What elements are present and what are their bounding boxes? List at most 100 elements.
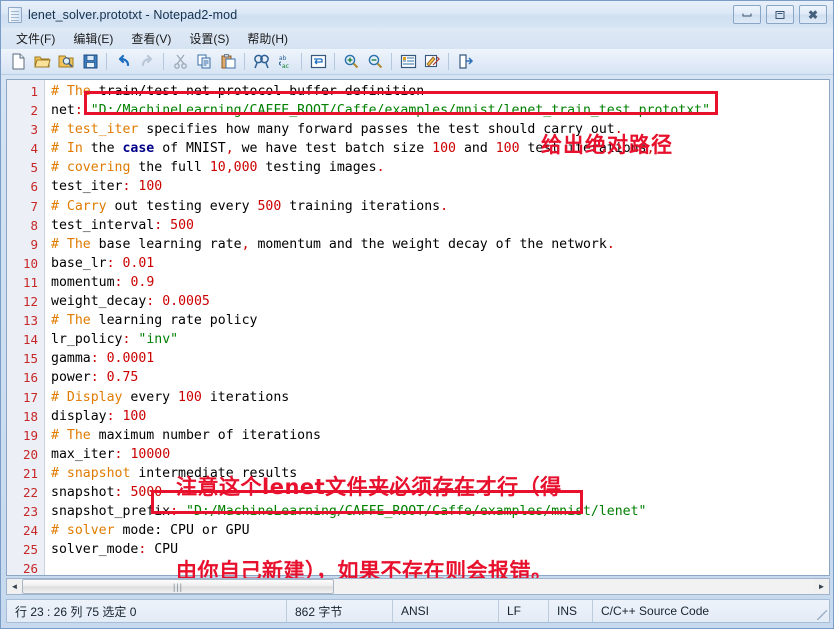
- window-title: lenet_solver.prototxt - Notepad2-mod: [28, 7, 238, 22]
- replace-icon[interactable]: ab ac: [273, 51, 297, 73]
- line-number: 8: [30, 217, 38, 233]
- code-line: # covering the full 10,000 testing image…: [51, 160, 385, 176]
- line-number-gutter: 1 2 3 4 5 6 7 8 9 10 11 12 13 14 15 16 1…: [7, 80, 45, 575]
- browse-file-icon[interactable]: [54, 51, 78, 73]
- menu-settings[interactable]: 设置(S): [180, 28, 238, 50]
- scroll-right-arrow-icon[interactable]: ►: [814, 579, 829, 594]
- scheme-options-icon[interactable]: [420, 51, 444, 73]
- toolbar-separator-5: [334, 53, 335, 70]
- menu-edit[interactable]: 编辑(E): [64, 28, 122, 50]
- save-file-icon[interactable]: [78, 51, 102, 73]
- menu-bar: 文件(F) 编辑(E) 查看(V) 设置(S) 帮助(H): [1, 28, 833, 49]
- minimize-button[interactable]: [733, 5, 761, 24]
- line-number: 9: [30, 236, 38, 252]
- toolbar-separator-3: [244, 53, 245, 70]
- svg-text:ab: ab: [279, 55, 287, 62]
- menu-help[interactable]: 帮助(H): [238, 28, 297, 50]
- scheme-icon[interactable]: [396, 51, 420, 73]
- editor-area[interactable]: 1 2 3 4 5 6 7 8 9 10 11 12 13 14 15 16 1…: [6, 79, 830, 576]
- code-line: # solver mode: CPU or GPU: [51, 523, 250, 539]
- cut-icon[interactable]: [168, 51, 192, 73]
- code-line: # Carry out testing every 500 training i…: [51, 198, 449, 214]
- code-line: solver_mode: CPU: [51, 542, 179, 558]
- menu-view[interactable]: 查看(V): [122, 28, 180, 50]
- status-file-size: 862 字节: [287, 600, 393, 622]
- scrollbar-thumb[interactable]: |||: [22, 579, 334, 594]
- exit-icon[interactable]: [453, 51, 477, 73]
- line-number: 10: [22, 255, 38, 271]
- minimize-icon: [742, 13, 752, 16]
- line-number: 3: [30, 122, 38, 138]
- code-line: # snapshot intermediate results: [51, 465, 298, 481]
- line-number: 17: [22, 389, 38, 405]
- undo-icon[interactable]: [111, 51, 135, 73]
- line-number: 23: [22, 504, 38, 520]
- line-number: 14: [22, 332, 38, 348]
- code-line: net: "D:/MachineLearning/CAFFE_ROOT/Caff…: [51, 103, 711, 119]
- toolbar-separator-6: [391, 53, 392, 70]
- zoom-in-icon[interactable]: [339, 51, 363, 73]
- resize-grip-icon[interactable]: [817, 610, 827, 620]
- toolbar-separator-2: [163, 53, 164, 70]
- word-wrap-icon[interactable]: [306, 51, 330, 73]
- code-line: gamma: 0.0001: [51, 351, 155, 367]
- menu-file[interactable]: 文件(F): [7, 28, 64, 50]
- toolbar-separator-7: [448, 53, 449, 70]
- line-number: 24: [22, 523, 38, 539]
- code-line: # The train/test net protocol buffer def…: [51, 84, 425, 99]
- document-icon: [8, 6, 22, 23]
- toolbar: ab ac: [1, 49, 833, 75]
- code-line: test_iter: 100: [51, 179, 163, 195]
- zoom-out-icon[interactable]: [363, 51, 387, 73]
- status-encoding[interactable]: ANSI: [393, 600, 499, 622]
- code-line: # The learning rate policy: [51, 313, 258, 329]
- toolbar-separator-4: [301, 53, 302, 70]
- status-bar: 行 23 : 26 列 75 选定 0 862 字节 ANSI LF INS C…: [6, 599, 830, 623]
- code-line: snapshot_prefix: "D:/MachineLearning/CAF…: [51, 504, 647, 520]
- code-line: # The maximum number of iterations: [51, 427, 321, 443]
- code-line: # Display every 100 iterations: [51, 389, 290, 405]
- status-line-ending[interactable]: LF: [499, 600, 549, 622]
- line-number: 11: [22, 274, 38, 290]
- horizontal-scrollbar[interactable]: ◄ ||| ►: [6, 578, 830, 595]
- new-file-icon[interactable]: [6, 51, 30, 73]
- scrollbar-grip-icon: |||: [172, 581, 183, 592]
- code-line: # test_iter specifies how many forward p…: [51, 122, 623, 138]
- scrollbar-track[interactable]: |||: [22, 579, 814, 594]
- code-line: weight_decay: 0.0005: [51, 294, 210, 310]
- status-cursor-position: 行 23 : 26 列 75 选定 0: [7, 600, 287, 622]
- line-number: 19: [22, 427, 38, 443]
- line-number: 21: [22, 465, 38, 481]
- code-line: # The base learning rate, momentum and t…: [51, 236, 615, 252]
- code-line: # In the case of MNIST, we have test bat…: [51, 141, 655, 157]
- redo-icon[interactable]: [135, 51, 159, 73]
- code-line: power: 0.75: [51, 370, 139, 386]
- close-icon: ✖: [807, 7, 819, 22]
- notepad2-window: lenet_solver.prototxt - Notepad2-mod ✖ 文…: [0, 0, 834, 629]
- line-number: 20: [22, 446, 38, 462]
- status-language[interactable]: C/C++ Source Code: [593, 600, 829, 622]
- open-file-icon[interactable]: [30, 51, 54, 73]
- status-insert-mode[interactable]: INS: [549, 600, 593, 622]
- copy-icon[interactable]: [192, 51, 216, 73]
- line-number: 12: [22, 294, 38, 310]
- line-number: 22: [22, 484, 38, 500]
- line-number: 26: [22, 561, 38, 576]
- code-line: snapshot: 5000: [51, 484, 163, 500]
- code-line: max_iter: 10000: [51, 446, 171, 462]
- line-number: 15: [22, 351, 38, 367]
- line-number: 16: [22, 370, 38, 386]
- paste-icon[interactable]: [216, 51, 240, 73]
- maximize-icon: [775, 10, 785, 19]
- close-button[interactable]: ✖: [799, 5, 827, 24]
- line-number: 7: [30, 198, 38, 214]
- line-number: 6: [30, 179, 38, 195]
- code-text[interactable]: # The train/test net protocol buffer def…: [45, 80, 829, 575]
- code-line: test_interval: 500: [51, 217, 194, 233]
- scroll-left-arrow-icon[interactable]: ◄: [7, 579, 22, 594]
- code-line: base_lr: 0.01: [51, 255, 155, 271]
- find-icon[interactable]: [249, 51, 273, 73]
- maximize-button[interactable]: [766, 5, 794, 24]
- code-line: momentum: 0.9: [51, 274, 155, 290]
